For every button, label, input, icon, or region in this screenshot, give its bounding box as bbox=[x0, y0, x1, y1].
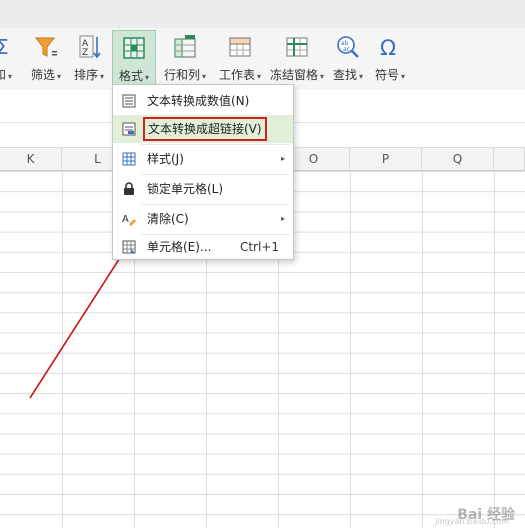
menu-item-label: 文本转换成超链接(V) bbox=[143, 117, 267, 141]
format-dropdown-menu: 文本转换成数值(N) 文本转换成超链接(V) 样式(J) ▸ 锁定单元格(L) … bbox=[112, 84, 294, 260]
text-to-number-icon bbox=[122, 94, 136, 108]
menu-item-label: 样式(J) bbox=[147, 152, 184, 166]
menu-item-label: 文本转换成数值(N) bbox=[147, 94, 250, 108]
menu-item-text-to-hyperlink[interactable]: 文本转换成超链接(V) bbox=[113, 115, 293, 143]
clear-icon: A bbox=[122, 212, 136, 226]
menu-item-shortcut: Ctrl+1 bbox=[239, 240, 279, 254]
svg-text:A: A bbox=[122, 214, 129, 225]
lock-icon bbox=[122, 182, 136, 196]
annotation-arrow bbox=[29, 164, 180, 399]
menu-item-clear[interactable]: A 清除(C) ▸ bbox=[113, 205, 293, 233]
submenu-arrow-icon: ▸ bbox=[280, 154, 285, 163]
text-to-hyperlink-icon bbox=[122, 122, 136, 136]
menu-item-label: 清除(C) bbox=[147, 212, 189, 226]
cells-icon bbox=[122, 240, 136, 254]
style-icon bbox=[122, 152, 136, 166]
menu-item-style[interactable]: 样式(J) ▸ bbox=[113, 145, 293, 173]
menu-item-label: 单元格(E)... bbox=[147, 240, 212, 254]
menu-item-cells[interactable]: 单元格(E)... Ctrl+1 bbox=[113, 233, 293, 261]
menu-item-text-to-number[interactable]: 文本转换成数值(N) bbox=[113, 87, 293, 115]
menu-item-label: 锁定单元格(L) bbox=[147, 182, 224, 196]
submenu-arrow-icon: ▸ bbox=[280, 214, 285, 223]
watermark-url: jingyan.baidu.com bbox=[435, 517, 509, 526]
menu-item-lock-cell[interactable]: 锁定单元格(L) bbox=[113, 175, 293, 203]
